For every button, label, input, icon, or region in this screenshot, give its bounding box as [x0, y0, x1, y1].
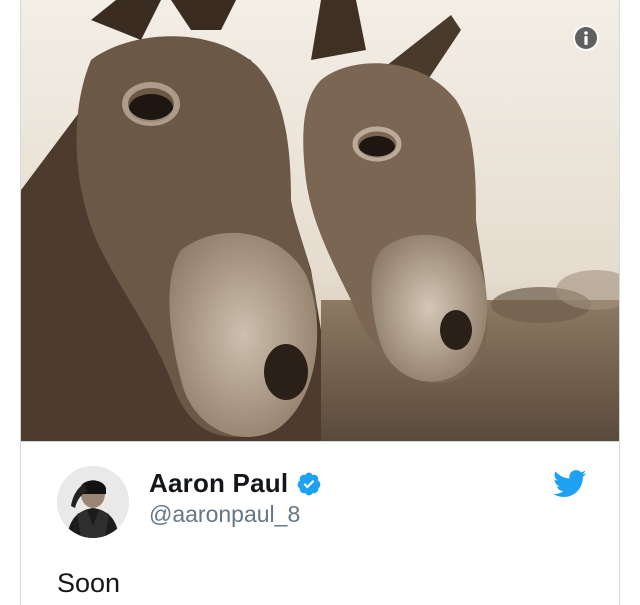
verified-badge-icon	[297, 472, 321, 495]
tweet-media-photo[interactable]	[21, 0, 619, 442]
avatar[interactable]	[57, 466, 129, 538]
info-icon	[575, 27, 597, 49]
embedded-tweet-card: Aaron Paul @aaronpaul_8 Soon	[20, 0, 620, 605]
tweet-text: Soon	[57, 568, 121, 598]
twitter-bird-icon[interactable]	[553, 470, 587, 498]
donkeys-photo	[21, 0, 619, 441]
tweet-author-row: Aaron Paul @aaronpaul_8	[57, 466, 587, 538]
author-handle[interactable]: @aaronpaul_8	[149, 501, 300, 528]
author-name-row: Aaron Paul	[149, 468, 322, 499]
media-info-button[interactable]	[573, 25, 599, 51]
author-name[interactable]: Aaron Paul	[149, 468, 288, 499]
avatar-image	[57, 466, 129, 538]
